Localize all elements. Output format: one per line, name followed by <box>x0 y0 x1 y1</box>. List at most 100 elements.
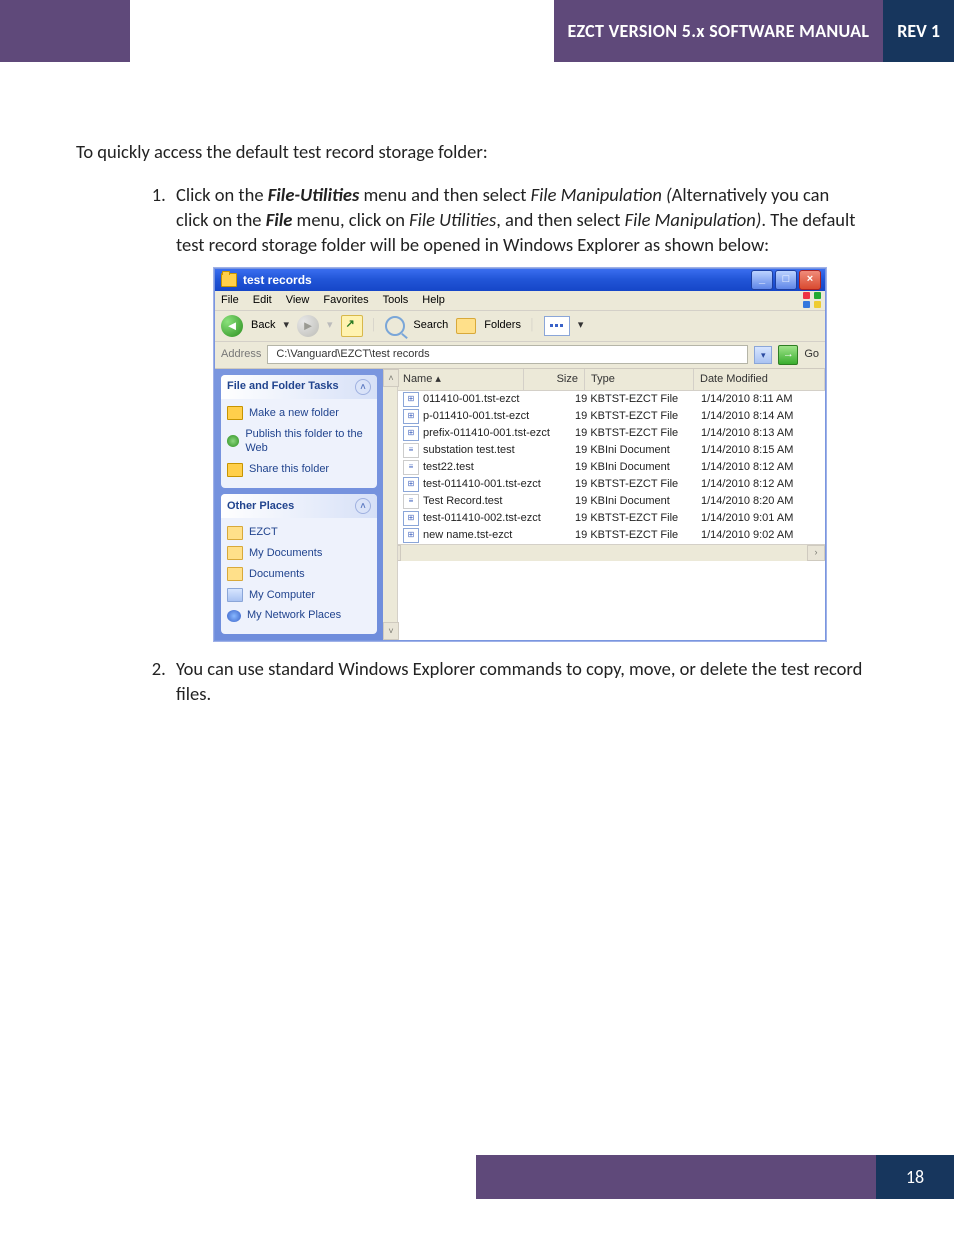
file-manipulation-label-1: File Manipulation ( <box>531 183 672 206</box>
close-button[interactable]: × <box>799 270 821 290</box>
file-name: test22.test <box>423 460 557 475</box>
file-row[interactable]: ≡substation test.test19 KBIni Document1/… <box>397 442 825 459</box>
minimize-button[interactable]: _ <box>751 270 773 290</box>
file-size: 19 KB <box>557 494 605 509</box>
file-name: prefix-011410-001.tst-ezct <box>423 426 557 441</box>
address-field[interactable]: C:\Vanguard\EZCT\test records <box>267 345 748 364</box>
file-row[interactable]: ⊞011410-001.tst-ezct19 KBTST-EZCT File1/… <box>397 391 825 408</box>
file-date: 1/14/2010 8:20 AM <box>701 494 819 509</box>
file-type: TST-EZCT File <box>605 477 701 492</box>
col-name[interactable]: Name ▴ <box>397 369 524 390</box>
file-utilities-label: File-Utilities <box>268 183 360 206</box>
file-row[interactable]: ⊞new name.tst-ezct19 KBTST-EZCT File1/14… <box>397 527 825 544</box>
page-footer: 18 <box>476 1155 954 1199</box>
sidebar-item-docs[interactable]: Documents <box>227 564 371 585</box>
go-button[interactable]: → <box>778 345 798 365</box>
page-number: 18 <box>876 1155 954 1199</box>
file-row[interactable]: ≡test22.test19 KBIni Document1/14/2010 8… <box>397 459 825 476</box>
sidebar-panel-title-1: File and Folder Tasks <box>227 379 339 394</box>
sidebar-item-network[interactable]: My Network Places <box>227 605 371 626</box>
page-header: EZCT VERSION 5.x SOFTWARE MANUAL REV 1 <box>0 0 954 62</box>
file-type: TST-EZCT File <box>605 392 701 407</box>
column-headers: Name ▴ Size Type Date Modified <box>397 369 825 391</box>
explorer-toolbar: ◄ Back ▾ ► ▾ │ Search Folders │ ▾ <box>215 311 825 342</box>
views-button[interactable] <box>544 316 570 336</box>
share-folder-icon <box>227 463 243 477</box>
file-size: 19 KB <box>557 443 605 458</box>
menu-file[interactable]: File <box>221 293 239 308</box>
explorer-titlebar[interactable]: test records _ □ × <box>215 269 825 291</box>
col-size[interactable]: Size <box>524 369 585 390</box>
folders-label[interactable]: Folders <box>484 318 521 333</box>
ezct-file-icon: ⊞ <box>403 528 419 543</box>
file-size: 19 KB <box>557 392 605 407</box>
file-type: Ini Document <box>605 460 701 475</box>
intro-text: To quickly access the default test recor… <box>76 140 864 165</box>
menu-edit[interactable]: Edit <box>253 293 272 308</box>
collapse-icon[interactable]: ˄ <box>355 498 371 514</box>
file-row[interactable]: ⊞test-011410-002.tst-ezct19 KBTST-EZCT F… <box>397 510 825 527</box>
scroll-right-icon[interactable]: › <box>807 545 825 561</box>
address-dropdown[interactable]: ▾ <box>754 346 772 364</box>
file-type: TST-EZCT File <box>605 528 701 543</box>
ezct-file-icon: ⊞ <box>403 409 419 424</box>
file-row[interactable]: ⊞p-011410-001.tst-ezct19 KBTST-EZCT File… <box>397 408 825 425</box>
search-label[interactable]: Search <box>413 318 448 333</box>
maximize-button[interactable]: □ <box>775 270 797 290</box>
file-row[interactable]: ⊞prefix-011410-001.tst-ezct19 KBTST-EZCT… <box>397 425 825 442</box>
sidebar-make-new-folder[interactable]: Make a new folder <box>227 403 371 424</box>
col-date[interactable]: Date Modified <box>694 369 825 390</box>
sidebar-share-folder[interactable]: Share this folder <box>227 459 371 480</box>
up-button[interactable] <box>341 315 363 337</box>
file-utilities-italic: File Utilities <box>409 208 496 231</box>
explorer-sidebar: File and Folder Tasks ˄ Make a new folde… <box>215 369 383 641</box>
file-size: 19 KB <box>557 426 605 441</box>
file-name: substation test.test <box>423 443 557 458</box>
windows-flag-icon <box>803 292 821 308</box>
sidebar-item-mycomputer[interactable]: My Computer <box>227 585 371 606</box>
folder-icon <box>227 567 243 581</box>
menu-favorites[interactable]: Favorites <box>323 293 368 308</box>
menu-help[interactable]: Help <box>422 293 445 308</box>
folder-icon <box>227 546 243 560</box>
window-title: test records <box>243 272 751 288</box>
manual-rev: REV 1 <box>883 0 954 62</box>
collapse-icon[interactable]: ˄ <box>355 379 371 395</box>
address-label: Address <box>221 347 261 362</box>
search-icon[interactable] <box>385 316 405 336</box>
file-manipulation-label-2: File Manipulation) <box>625 208 762 231</box>
vertical-scrollbar[interactable]: ˄ ˅ <box>383 369 398 641</box>
sidebar-panel-title-2: Other Places <box>227 499 294 514</box>
file-row[interactable]: ⊞test-011410-001.tst-ezct19 KBTST-EZCT F… <box>397 476 825 493</box>
back-button[interactable]: ◄ <box>221 315 243 337</box>
file-date: 1/14/2010 8:15 AM <box>701 443 819 458</box>
file-type: TST-EZCT File <box>605 511 701 526</box>
step1-part: Click on the <box>176 183 268 206</box>
menu-tools[interactable]: Tools <box>383 293 409 308</box>
file-row[interactable]: ≡Test Record.test19 KBIni Document1/14/2… <box>397 493 825 510</box>
menu-view[interactable]: View <box>286 293 310 308</box>
ezct-file-icon: ⊞ <box>403 426 419 441</box>
horizontal-scrollbar[interactable]: ‹ › <box>383 544 825 561</box>
sidebar-publish-web[interactable]: Publish this folder to the Web <box>227 424 371 460</box>
sidebar-item-mydocs[interactable]: My Documents <box>227 543 371 564</box>
scroll-down-icon[interactable]: ˅ <box>383 622 399 640</box>
go-label[interactable]: Go <box>804 347 819 362</box>
file-menu-label: File <box>266 208 293 231</box>
file-type: Ini Document <box>605 494 701 509</box>
network-icon <box>227 610 241 622</box>
address-path: C:\Vanguard\EZCT\test records <box>276 347 429 362</box>
folder-icon <box>227 526 243 540</box>
col-type[interactable]: Type <box>585 369 694 390</box>
file-date: 1/14/2010 8:13 AM <box>701 426 819 441</box>
manual-title: EZCT VERSION 5.x SOFTWARE MANUAL <box>554 0 884 62</box>
file-date: 1/14/2010 8:14 AM <box>701 409 819 424</box>
forward-button[interactable]: ► <box>297 315 319 337</box>
folders-icon[interactable] <box>456 318 476 334</box>
sidebar-item-ezct[interactable]: EZCT <box>227 522 371 543</box>
footer-accent-bar <box>476 1155 876 1199</box>
back-label[interactable]: Back <box>251 318 275 333</box>
file-name: Test Record.test <box>423 494 557 509</box>
file-type: TST-EZCT File <box>605 409 701 424</box>
scroll-up-icon[interactable]: ˄ <box>383 369 399 387</box>
